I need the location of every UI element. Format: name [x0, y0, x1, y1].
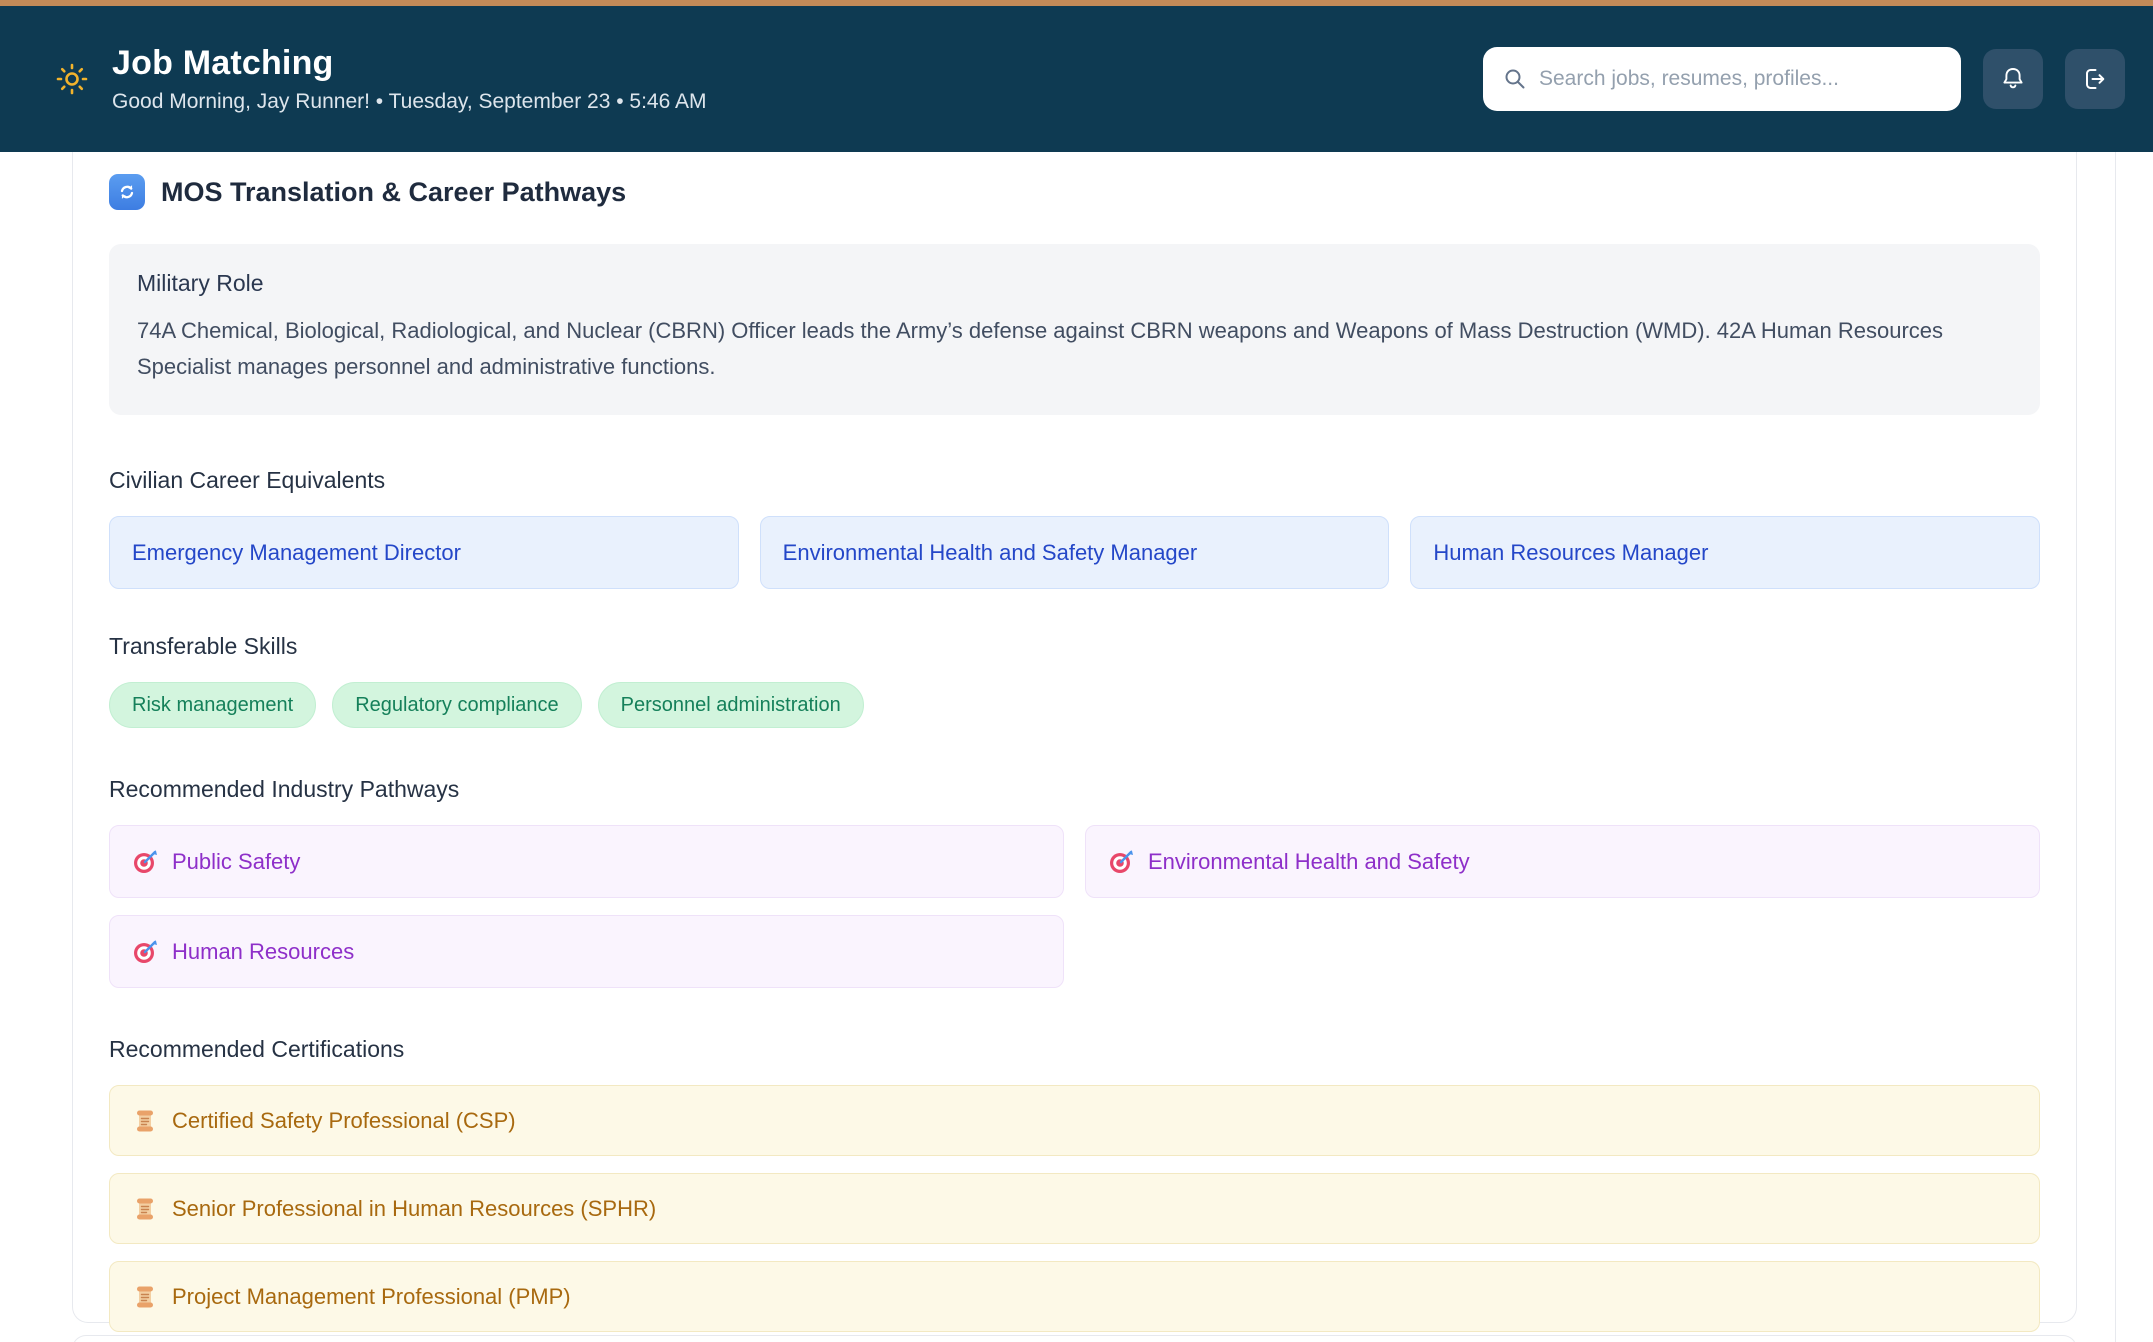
transferable-skills-heading: Transferable Skills	[109, 633, 298, 660]
pathway-card[interactable]: Environmental Health and Safety	[1085, 825, 2040, 899]
pathway-label: Human Resources	[172, 938, 355, 964]
civilian-careers-heading: Civilian Career Equivalents	[109, 467, 386, 494]
section-title: MOS Translation & Career Pathways	[161, 176, 627, 207]
sync-icon	[109, 174, 145, 210]
skill-pill: Risk management	[109, 682, 317, 729]
header-right	[1483, 47, 2125, 111]
pathway-label: Public Safety	[172, 848, 301, 874]
mos-translation-card: MOS Translation & Career Pathways Milita…	[72, 152, 2077, 1333]
logout-icon	[2081, 65, 2109, 93]
career-card[interactable]: Human Resources Manager	[1410, 516, 2040, 590]
scroll-icon	[132, 1196, 158, 1222]
industry-pathways-grid: Public Safety Environmental Health and S…	[109, 825, 2040, 989]
scroll-icon	[132, 1108, 158, 1134]
section-header: MOS Translation & Career Pathways	[109, 174, 2040, 210]
certification-card[interactable]: Senior Professional in Human Resources (…	[109, 1173, 2040, 1245]
certifications-heading: Recommended Certifications	[109, 1036, 405, 1063]
main-area: MOS Translation & Career Pathways Milita…	[0, 152, 2153, 1342]
dart-icon	[132, 849, 158, 875]
civilian-careers-grid: Emergency Management Director Environmen…	[109, 516, 2040, 590]
certification-label: Senior Professional in Human Resources (…	[172, 1195, 657, 1221]
certifications-list: Certified Safety Professional (CSP) Seni…	[109, 1085, 2040, 1333]
logout-button[interactable]	[2065, 49, 2125, 109]
page-subtitle: Good Morning, Jay Runner! • Tuesday, Sep…	[112, 90, 707, 113]
pathway-label: Environmental Health and Safety	[1148, 848, 1470, 874]
page-title: Job Matching	[112, 44, 334, 82]
search-icon	[1503, 67, 1527, 91]
search-box	[1483, 47, 1961, 111]
military-role-heading: Military Role	[137, 270, 264, 296]
certification-label: Project Management Professional (PMP)	[172, 1283, 571, 1309]
search-input[interactable]	[1539, 67, 1941, 91]
scroll-icon	[132, 1284, 158, 1310]
sun-icon	[52, 59, 92, 99]
app-header: Job Matching Good Morning, Jay Runner! •…	[0, 6, 2153, 152]
header-left: Job Matching Good Morning, Jay Runner! •…	[52, 44, 706, 114]
career-card[interactable]: Emergency Management Director	[109, 516, 739, 590]
skill-pill: Personnel administration	[597, 682, 864, 729]
certification-label: Certified Safety Professional (CSP)	[172, 1107, 516, 1133]
military-role-description: 74A Chemical, Biological, Radiological, …	[137, 318, 1944, 380]
pathway-card[interactable]: Human Resources	[109, 915, 1064, 989]
certification-card[interactable]: Project Management Professional (PMP)	[109, 1261, 2040, 1333]
title-block: Job Matching Good Morning, Jay Runner! •…	[112, 44, 706, 114]
bell-icon	[1999, 65, 2027, 93]
next-section-card-edge	[72, 1335, 2077, 1342]
industry-pathways-heading: Recommended Industry Pathways	[109, 776, 460, 803]
skills-pill-row: Risk management Regulatory compliance Pe…	[109, 682, 2040, 729]
career-card[interactable]: Environmental Health and Safety Manager	[759, 516, 1390, 590]
military-role-box: Military Role 74A Chemical, Biological, …	[109, 244, 2040, 416]
dart-icon	[132, 939, 158, 965]
certification-card[interactable]: Certified Safety Professional (CSP)	[109, 1085, 2040, 1157]
dart-icon	[1108, 849, 1134, 875]
right-panel-divider	[2115, 152, 2116, 1342]
skill-pill: Regulatory compliance	[332, 682, 582, 729]
notifications-button[interactable]	[1983, 49, 2043, 109]
pathway-card[interactable]: Public Safety	[109, 825, 1064, 899]
